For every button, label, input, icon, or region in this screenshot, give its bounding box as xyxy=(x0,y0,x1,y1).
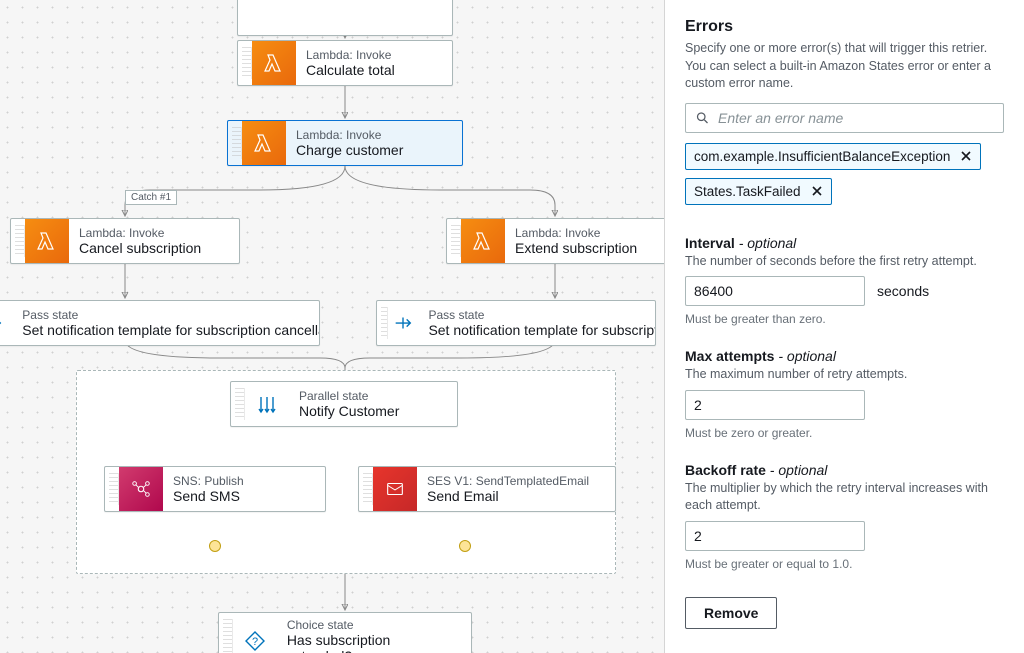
workflow-canvas[interactable]: Lambda: Invoke Calculate total Lambda: I… xyxy=(0,0,664,653)
lambda-icon xyxy=(461,219,505,263)
svg-text:?: ? xyxy=(252,636,258,648)
node-title: Cancel subscription xyxy=(79,240,201,256)
drag-handle-icon[interactable] xyxy=(381,307,388,339)
workflow-node-send-email[interactable]: SES V1: SendTemplatedEmail Send Email xyxy=(358,466,616,512)
backoff-constraint: Must be greater or equal to 1.0. xyxy=(685,557,1004,571)
pass-icon xyxy=(0,301,12,345)
branch-end-dot xyxy=(209,540,221,552)
node-title: Set notification template for subscripti… xyxy=(22,322,307,338)
branch-end-dot xyxy=(459,540,471,552)
lambda-icon xyxy=(252,41,296,85)
node-type-label: Pass state xyxy=(428,308,643,322)
drag-handle-icon[interactable] xyxy=(451,225,461,257)
max-attempts-hint: The maximum number of retry attempts. xyxy=(685,366,1004,384)
workflow-node-extend-subscription[interactable]: Lambda: Invoke Extend subscription xyxy=(446,218,664,264)
node-type-label: Pass state xyxy=(22,308,307,322)
drag-handle-icon[interactable] xyxy=(242,47,252,79)
backoff-input[interactable] xyxy=(685,521,865,551)
workflow-node-partial-top[interactable] xyxy=(237,0,453,36)
catch-branch-label: Catch #1 xyxy=(125,190,177,205)
node-title: Calculate total xyxy=(306,62,395,78)
drag-handle-icon[interactable] xyxy=(223,619,233,653)
lambda-icon xyxy=(25,219,69,263)
workflow-node-pass-extend[interactable]: Pass state Set notification template for… xyxy=(376,300,656,346)
config-sidebar: Errors Specify one or more error(s) that… xyxy=(664,0,1024,653)
ses-icon xyxy=(373,467,417,511)
node-title: Extend subscription xyxy=(515,240,637,256)
interval-label: Interval - optional xyxy=(685,235,1004,251)
pass-icon xyxy=(388,301,418,345)
node-type-label: SES V1: SendTemplatedEmail xyxy=(427,474,589,488)
node-type-label: SNS: Publish xyxy=(173,474,244,488)
search-icon xyxy=(695,110,710,125)
interval-hint: The number of seconds before the first r… xyxy=(685,253,1004,271)
node-title: Has subscription extended? xyxy=(287,632,459,653)
interval-unit: seconds xyxy=(877,283,929,299)
backoff-hint: The multiplier by which the retry interv… xyxy=(685,480,1004,515)
workflow-node-notify-customer[interactable]: Parallel state Notify Customer xyxy=(230,381,458,427)
node-type-label: Lambda: Invoke xyxy=(296,128,403,142)
node-type-label: Lambda: Invoke xyxy=(79,226,201,240)
workflow-node-pass-cancel[interactable]: Pass state Set notification template for… xyxy=(0,300,320,346)
node-type-label: Choice state xyxy=(287,618,459,632)
error-token[interactable]: com.example.InsufficientBalanceException xyxy=(685,143,981,170)
close-icon[interactable] xyxy=(811,185,823,197)
interval-input[interactable] xyxy=(685,276,865,306)
sns-icon xyxy=(119,467,163,511)
interval-constraint: Must be greater than zero. xyxy=(685,312,1004,326)
error-token[interactable]: States.TaskFailed xyxy=(685,178,832,205)
parallel-icon xyxy=(245,382,289,426)
max-attempts-input[interactable] xyxy=(685,390,865,420)
backoff-label: Backoff rate - optional xyxy=(685,462,1004,478)
choice-icon: ? xyxy=(233,613,277,653)
lambda-icon xyxy=(242,121,286,165)
error-token-label: States.TaskFailed xyxy=(694,184,801,199)
workflow-node-send-sms[interactable]: SNS: Publish Send SMS xyxy=(104,466,326,512)
node-title: Set notification template for subscripti… xyxy=(428,322,643,338)
remove-button[interactable]: Remove xyxy=(685,597,777,629)
workflow-node-cancel-subscription[interactable]: Lambda: Invoke Cancel subscription xyxy=(10,218,240,264)
workflow-node-charge-customer[interactable]: Lambda: Invoke Charge customer xyxy=(227,120,463,166)
drag-handle-icon[interactable] xyxy=(15,225,25,257)
node-title: Charge customer xyxy=(296,142,403,158)
node-type-label: Parallel state xyxy=(299,389,399,403)
max-attempts-label: Max attempts - optional xyxy=(685,348,1004,364)
node-title: Send Email xyxy=(427,488,589,504)
node-type-label: Lambda: Invoke xyxy=(306,48,395,62)
errors-section-title: Errors xyxy=(685,18,1004,36)
max-attempts-constraint: Must be zero or greater. xyxy=(685,426,1004,440)
workflow-node-calculate-total[interactable]: Lambda: Invoke Calculate total xyxy=(237,40,453,86)
errors-section-desc: Specify one or more error(s) that will t… xyxy=(685,40,1004,93)
drag-handle-icon[interactable] xyxy=(232,127,242,159)
node-title: Send SMS xyxy=(173,488,244,504)
workflow-node-choice[interactable]: ? Choice state Has subscription extended… xyxy=(218,612,472,653)
drag-handle-icon[interactable] xyxy=(109,473,119,505)
error-name-input[interactable] xyxy=(685,103,1004,133)
node-title: Notify Customer xyxy=(299,403,399,419)
drag-handle-icon[interactable] xyxy=(363,473,373,505)
node-type-label: Lambda: Invoke xyxy=(515,226,637,240)
drag-handle-icon[interactable] xyxy=(235,388,245,420)
error-token-label: com.example.InsufficientBalanceException xyxy=(694,149,950,164)
close-icon[interactable] xyxy=(960,150,972,162)
